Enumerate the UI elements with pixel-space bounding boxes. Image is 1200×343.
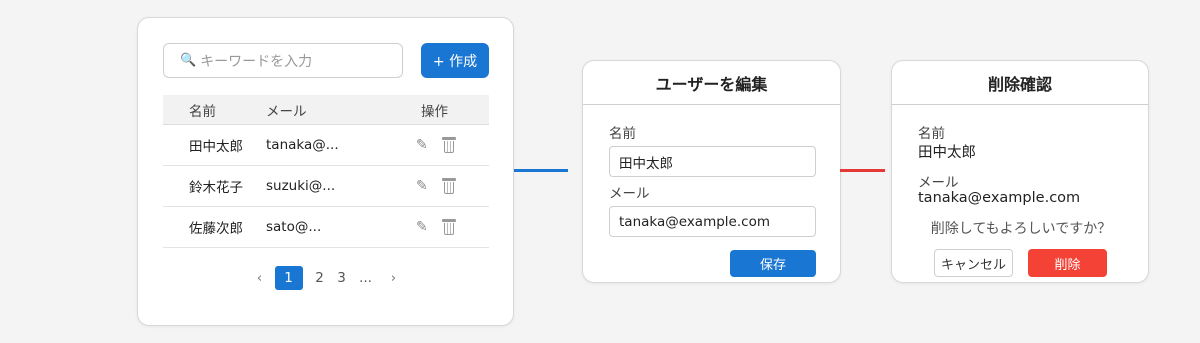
cell-mail: sato@... [266, 219, 322, 235]
row-actions: ✎ [396, 219, 489, 235]
pagination-page-3[interactable]: 3 [331, 266, 353, 290]
search-icon: 🔍 [180, 53, 197, 68]
delete-confirm-dialog: 削除確認 名前 田中太郎 メール tanaka@example.com 削除して… [891, 60, 1149, 283]
name-label: 名前 [609, 126, 636, 142]
name-value: 田中太郎 [918, 145, 976, 161]
edit-pencil-icon[interactable]: ✎ [416, 219, 428, 235]
edit-dialog-title: ユーザーを編集 [583, 61, 840, 105]
cell-mail: tanaka@... [266, 137, 339, 153]
pagination-page-2[interactable]: 2 [309, 266, 331, 290]
row-actions: ✎ [396, 178, 489, 194]
search-input[interactable]: 🔍 キーワードを入力 [163, 43, 403, 78]
connector-to-edit [514, 169, 568, 172]
pagination-prev[interactable]: ‹ [245, 266, 275, 290]
pagination-next[interactable]: › [379, 266, 409, 290]
pagination-ellipsis: ... [359, 270, 372, 286]
column-header-mail: メール [266, 103, 307, 120]
delete-dialog-title: 削除確認 [892, 61, 1148, 105]
column-header-name: 名前 [189, 103, 216, 120]
name-label: 名前 [918, 126, 945, 142]
table-row: 佐藤次郎 sato@... ✎ [163, 207, 489, 248]
search-placeholder: キーワードを入力 [200, 53, 313, 70]
edit-user-dialog: ユーザーを編集 名前 田中太郎 メール tanaka@example.com 保… [582, 60, 841, 283]
trash-icon[interactable] [441, 178, 456, 194]
confirm-message: 削除してもよろしいですか？ [930, 221, 1112, 237]
mail-label: メール [609, 186, 650, 202]
column-header-actions: 操作 [421, 103, 448, 120]
table-header: 名前 メール 操作 [163, 95, 489, 125]
cell-mail: suzuki@... [266, 178, 336, 194]
row-actions: ✎ [396, 137, 489, 153]
connector-to-delete [840, 169, 885, 172]
delete-button[interactable]: 削除 [1028, 249, 1107, 277]
cancel-button[interactable]: キャンセル [934, 249, 1013, 277]
mail-value: tanaka@example.com [918, 190, 1081, 206]
cell-name: 田中太郎 [189, 139, 243, 155]
trash-icon[interactable] [441, 137, 456, 153]
name-field[interactable]: 田中太郎 [609, 146, 816, 177]
edit-pencil-icon[interactable]: ✎ [416, 137, 428, 153]
user-list-panel: 🔍 キーワードを入力 + 作成 名前 メール 操作 田中太郎 tanaka@..… [137, 17, 514, 326]
edit-pencil-icon[interactable]: ✎ [416, 178, 428, 194]
trash-icon[interactable] [441, 219, 456, 235]
pagination-page-1[interactable]: 1 [274, 266, 303, 290]
create-button[interactable]: + 作成 [421, 43, 489, 78]
table-row: 田中太郎 tanaka@... ✎ [163, 125, 489, 166]
pagination: ‹ 1 2 3 ... › [138, 266, 515, 290]
save-button[interactable]: 保存 [730, 250, 816, 277]
table-row: 鈴木花子 suzuki@... ✎ [163, 166, 489, 207]
user-table: 名前 メール 操作 田中太郎 tanaka@... ✎ 鈴木花子 suzuki@… [163, 95, 489, 248]
mail-label: メール [918, 175, 959, 191]
cell-name: 鈴木花子 [189, 180, 243, 196]
cell-name: 佐藤次郎 [189, 221, 243, 237]
mail-field[interactable]: tanaka@example.com [609, 206, 816, 237]
